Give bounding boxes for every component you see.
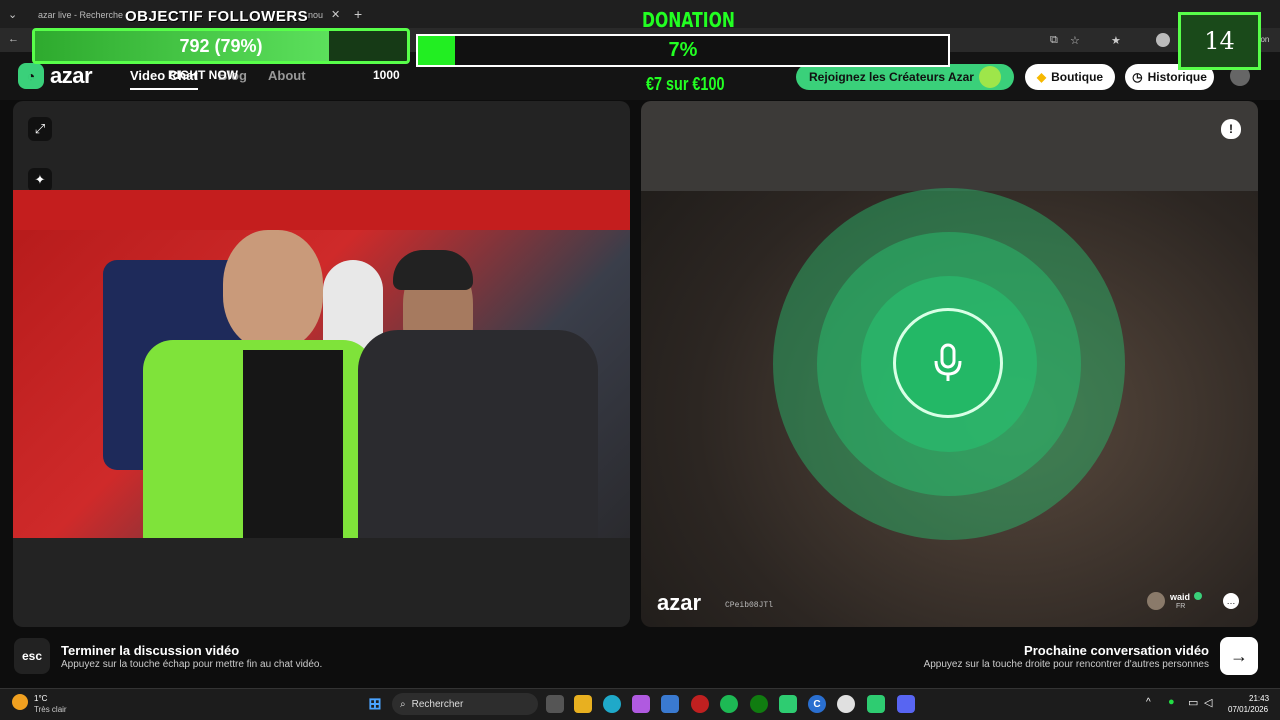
profile-avatar[interactable] (1156, 33, 1170, 47)
new-tab-icon[interactable]: + (354, 6, 362, 22)
effects-sparkle-icon[interactable]: ✦ (28, 168, 52, 192)
weather-temp: 1°C (34, 694, 48, 703)
next-conversation-button[interactable]: → (1220, 637, 1258, 675)
microphone-button[interactable] (893, 308, 1003, 418)
tray-mic-icon[interactable]: ● (1168, 696, 1175, 708)
remote-azar-watermark: azar (657, 590, 702, 615)
clock-icon: ◷ (1132, 70, 1143, 84)
weather-icon[interactable] (12, 694, 28, 710)
expand-icon[interactable]: ⤢ (28, 117, 52, 141)
tray-chevron-icon[interactable]: ^ (1146, 697, 1151, 708)
favorites-icon[interactable]: ★ (1111, 34, 1121, 47)
chat-bubble-icon[interactable]: … (1223, 593, 1239, 609)
boutique-button[interactable]: ◆ Boutique (1025, 64, 1115, 90)
azar-logo-icon: ◔ (18, 63, 44, 89)
donation-percent: 7% (668, 39, 698, 61)
taskbar-date: 07/01/2026 (1228, 705, 1269, 714)
join-creators-button[interactable]: Rejoignez les Créateurs Azar (796, 64, 1014, 90)
azar-logo[interactable]: ◔ azar (18, 63, 93, 89)
join-creators-label: Rejoignez les Créateurs Azar (809, 70, 974, 84)
donation-progress-bar: 7% (416, 34, 950, 67)
xbox-icon[interactable] (750, 695, 768, 713)
edge-browser-icon[interactable] (603, 695, 621, 713)
tray-volume-icon[interactable]: ◁ (1204, 696, 1212, 709)
local-video-feed (13, 190, 630, 538)
remote-user-name: waid (1170, 592, 1191, 602)
esc-key-button[interactable]: esc (14, 638, 50, 674)
chrome-icon[interactable] (837, 695, 855, 713)
creator-badge-icon (978, 66, 1001, 88)
app-green-icon[interactable] (779, 695, 797, 713)
verified-badge-icon (1194, 592, 1202, 600)
star-icon[interactable]: ☆ (1070, 34, 1080, 47)
followers-goal-target: 1000 (373, 68, 400, 82)
donation-title: DONATION (642, 8, 735, 32)
weather-desc: Très clair (34, 705, 67, 714)
historique-label: Historique (1147, 70, 1207, 84)
followers-progress-bar: 792 (79%) (32, 28, 410, 64)
search-icon: ⌕ (400, 698, 406, 710)
task-view-icon[interactable] (546, 695, 564, 713)
taskbar-search[interactable]: ⌕ Rechercher (392, 693, 538, 715)
azar-logo-text: azar (50, 63, 93, 88)
file-explorer-icon[interactable] (574, 695, 592, 713)
microphone-icon (934, 343, 962, 381)
tab-menu-chevron-icon[interactable]: ⌄ (8, 8, 17, 21)
search-placeholder: Rechercher (411, 698, 464, 710)
remote-session-code: CPeib08JTl (725, 601, 774, 610)
right-now-label: RIGHT NOW (168, 68, 238, 82)
donation-amount: €7 sur €100 (646, 74, 725, 94)
remote-user-avatar[interactable] (1147, 592, 1165, 610)
tab-label-2: nou (308, 10, 324, 20)
diamond-icon: ◆ (1036, 70, 1047, 84)
remote-user-country: FR (1176, 603, 1186, 610)
store-icon[interactable] (661, 695, 679, 713)
app-green-2-icon[interactable] (867, 695, 885, 713)
tray-network-icon[interactable]: ▭ (1188, 696, 1198, 709)
boutique-label: Boutique (1051, 70, 1104, 84)
next-conversation-title: Prochaine conversation vidéo (1024, 643, 1209, 658)
app-blue-c-icon[interactable]: C (808, 695, 826, 713)
spotify-icon[interactable] (720, 695, 738, 713)
next-conversation-hint: Appuyez sur la touche droite pour rencon… (923, 659, 1209, 670)
open-external-icon[interactable]: ⧉ (1050, 34, 1058, 47)
copilot-icon[interactable] (632, 695, 650, 713)
taskbar-time: 21:43 (1249, 694, 1270, 703)
close-tab-icon[interactable]: ✕ (331, 8, 340, 21)
end-chat-hint: Appuyez sur la touche échap pour mettre … (61, 659, 323, 670)
report-shield-icon[interactable]: ! (1221, 119, 1241, 139)
nav-active-underline (130, 88, 198, 90)
back-arrow-icon[interactable]: ← (8, 33, 19, 45)
followers-goal-title: OBJECTIF FOLLOWERS (125, 8, 309, 25)
app-red-icon[interactable] (691, 695, 709, 713)
viewer-counter: 14 (1178, 12, 1261, 70)
tab-label: azar live - Recherche (38, 10, 124, 20)
end-chat-title: Terminer la discussion vidéo (61, 643, 240, 658)
nav-about[interactable]: About (268, 68, 306, 83)
windows-start-icon[interactable]: ⊞ (366, 695, 384, 713)
followers-progress-text: 792 (79%) (179, 35, 263, 56)
discord-icon[interactable] (897, 695, 915, 713)
